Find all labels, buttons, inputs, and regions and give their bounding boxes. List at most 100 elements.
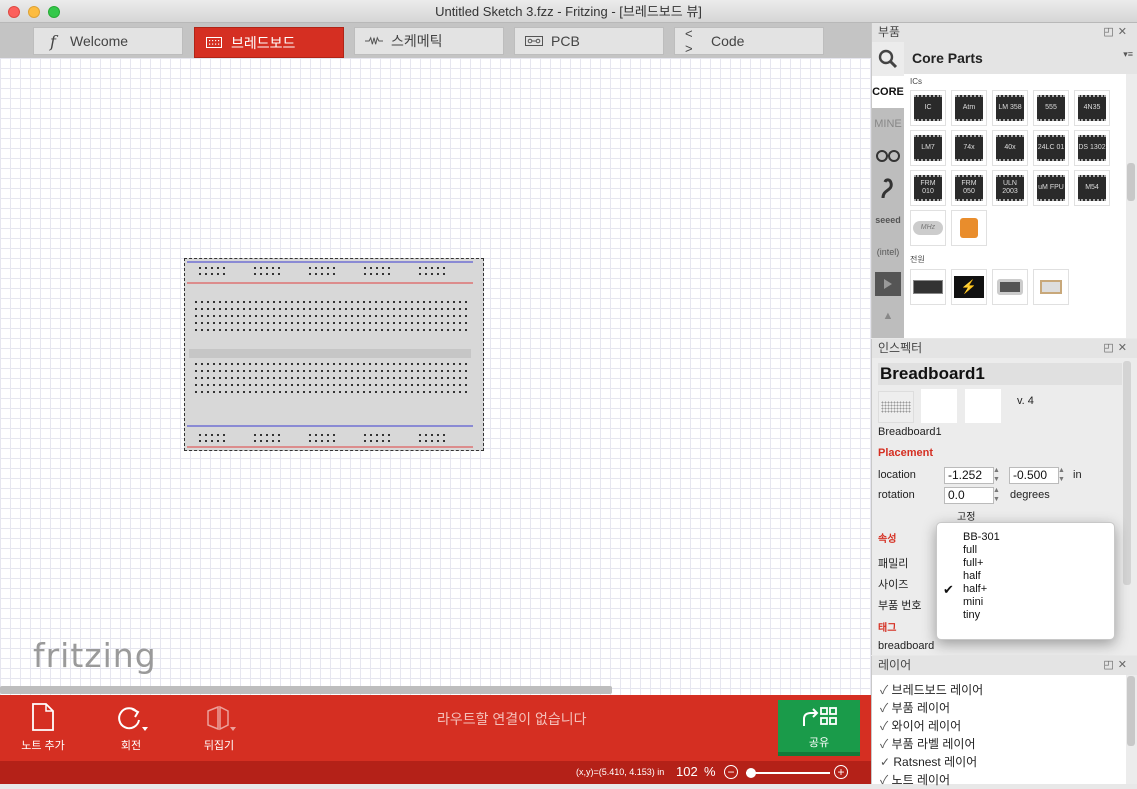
- layer-visible-check-icon[interactable]: ✓: [880, 701, 892, 715]
- chip-label: 555: [1037, 95, 1065, 121]
- ic-part[interactable]: IC: [910, 90, 946, 126]
- size-dropdown-menu[interactable]: BB-301 full full+ half ✔ half+ mini tiny: [936, 522, 1115, 640]
- breadboard-view-image: [878, 391, 914, 423]
- layer-item[interactable]: ✓ 브레드보드 레이어: [872, 681, 1126, 699]
- panel-float-close-icons[interactable]: ◰✕: [1103, 339, 1131, 358]
- flip-button[interactable]: 뒤집기: [184, 703, 254, 753]
- tab-label: 브레드보드: [231, 34, 296, 51]
- category-ics: ICs: [910, 77, 922, 86]
- layer-visible-check-icon[interactable]: ✓: [880, 755, 893, 769]
- breadboard-part[interactable]: [184, 258, 484, 451]
- size-option[interactable]: mini: [937, 596, 1114, 609]
- bin-tab-core[interactable]: CORE: [872, 76, 904, 108]
- snootlab-bin-icon[interactable]: [872, 172, 904, 204]
- ic-part[interactable]: LM7: [910, 130, 946, 166]
- size-option[interactable]: tiny: [937, 609, 1114, 622]
- layer-item[interactable]: ✓ Ratsnest 레이어: [872, 753, 1126, 771]
- size-option[interactable]: full+: [937, 557, 1114, 570]
- ic-part[interactable]: 74x: [951, 130, 987, 166]
- layer-item[interactable]: ✓ 노트 레이어: [872, 771, 1126, 789]
- ic-part[interactable]: uM FPU: [1033, 170, 1069, 206]
- bin-tab-mine[interactable]: MINE: [872, 108, 904, 140]
- layer-item[interactable]: ✓ 와이어 레이어: [872, 717, 1126, 735]
- tab-breadboard[interactable]: 브레드보드: [194, 27, 344, 58]
- battery-icon: [913, 280, 943, 294]
- battery-pack-part[interactable]: [910, 269, 946, 305]
- size-option[interactable]: BB-301: [937, 531, 1114, 544]
- canvas-horizontal-scrollbar[interactable]: [0, 686, 612, 694]
- capacitor-part[interactable]: [951, 210, 987, 246]
- part-name: Breadboard1: [878, 426, 942, 438]
- ic-part[interactable]: 555: [1033, 90, 1069, 126]
- layer-visible-check-icon[interactable]: ✓: [880, 719, 892, 733]
- location-x-stepper[interactable]: ▲ ▼: [993, 466, 1000, 484]
- ic-row: LM7 74x 40x 24LC 01 DS 1302: [904, 130, 1126, 166]
- inspector-scrollbar[interactable]: [1123, 361, 1131, 585]
- regulator-part[interactable]: [1033, 269, 1069, 305]
- tab-code[interactable]: < > Code: [674, 26, 824, 56]
- add-note-button[interactable]: 노트 추가: [8, 703, 78, 753]
- chip-label: DS 1302: [1078, 135, 1106, 161]
- search-icon[interactable]: [872, 42, 904, 76]
- ic-part[interactable]: LM 358: [992, 90, 1028, 126]
- layers-scrollbar[interactable]: [1127, 676, 1135, 746]
- layer-item[interactable]: ✓ 부품 레이어: [872, 699, 1126, 717]
- ic-part[interactable]: 4N35: [1074, 90, 1110, 126]
- zoom-window-button[interactable]: [48, 6, 60, 18]
- zoom-slider-handle[interactable]: [746, 768, 756, 778]
- location-y-stepper[interactable]: ▲ ▼: [1058, 466, 1065, 484]
- layer-item[interactable]: ✓ 부품 라벨 레이어: [872, 735, 1126, 753]
- bin-menu-icon[interactable]: ▾≡: [1123, 49, 1133, 60]
- parts-scrollbar[interactable]: [1127, 163, 1135, 201]
- layer-visible-check-icon[interactable]: ✓: [880, 773, 892, 787]
- arduino-bin-icon[interactable]: [872, 140, 904, 172]
- zoom-slider-track[interactable]: [746, 772, 830, 774]
- rotation-stepper[interactable]: ▲ ▼: [993, 486, 1000, 504]
- location-x-input[interactable]: -1.252: [944, 467, 994, 484]
- ic-part[interactable]: 40x: [992, 130, 1028, 166]
- play-bin-icon[interactable]: [872, 268, 904, 300]
- panel-float-close-icons[interactable]: ◰✕: [1103, 656, 1131, 675]
- zoom-in-button[interactable]: +: [834, 765, 848, 779]
- tab-label: 스케메틱: [391, 33, 443, 49]
- size-option-label: full: [963, 544, 978, 556]
- rotation-input[interactable]: 0.0: [944, 487, 994, 504]
- parts-grid: ICs IC Atm LM 358 555 4N35 LM7 74x 40x 24LC 01 DS…: [904, 74, 1126, 338]
- breadboard-icon: [205, 37, 223, 48]
- battery-part[interactable]: ⚡: [951, 269, 987, 305]
- ic-part[interactable]: M54: [1074, 170, 1110, 206]
- share-button[interactable]: 공유: [778, 700, 860, 756]
- layer-visible-check-icon[interactable]: ✓: [880, 737, 892, 751]
- flip-label: 뒤집기: [203, 740, 235, 752]
- seeed-bin-icon[interactable]: seeed: [872, 204, 904, 236]
- layers-header: 레이어 ◰✕: [872, 656, 1137, 675]
- ic-part[interactable]: ULN 2003: [992, 170, 1028, 206]
- lightning-icon: ⚡: [954, 276, 984, 298]
- coin-cell-part[interactable]: [992, 269, 1028, 305]
- crystal-part[interactable]: MHz: [910, 210, 946, 246]
- chip-label: LM7: [914, 135, 942, 161]
- tab-schematic[interactable]: 스케메틱: [354, 27, 504, 55]
- minimize-window-button[interactable]: [28, 6, 40, 18]
- tab-pcb[interactable]: PCB: [514, 27, 664, 55]
- layer-visible-check-icon[interactable]: ✓: [880, 683, 892, 697]
- zoom-out-button[interactable]: −: [724, 765, 738, 779]
- location-y-input[interactable]: -0.500: [1009, 467, 1059, 484]
- close-window-button[interactable]: [8, 6, 20, 18]
- rotate-button[interactable]: 회전: [96, 703, 166, 753]
- ic-part[interactable]: FRM 050: [951, 170, 987, 206]
- size-option[interactable]: ✔ half+: [937, 583, 1114, 596]
- intel-bin-icon[interactable]: (intel): [872, 236, 904, 268]
- ic-part[interactable]: Atm: [951, 90, 987, 126]
- scroll-up-icon[interactable]: ▲: [872, 300, 904, 332]
- size-option[interactable]: half: [937, 570, 1114, 583]
- ic-part[interactable]: DS 1302: [1074, 130, 1110, 166]
- rotation-unit: degrees: [1010, 489, 1050, 501]
- locked-checkbox-label[interactable]: 고정: [957, 508, 975, 523]
- size-option[interactable]: full: [937, 544, 1114, 557]
- ic-part[interactable]: 24LC 01: [1033, 130, 1069, 166]
- panel-float-close-icons[interactable]: ◰✕: [1103, 23, 1131, 42]
- ic-part[interactable]: FRM 010: [910, 170, 946, 206]
- tab-welcome[interactable]: f Welcome: [33, 27, 183, 55]
- family-label: 패밀리: [878, 558, 909, 570]
